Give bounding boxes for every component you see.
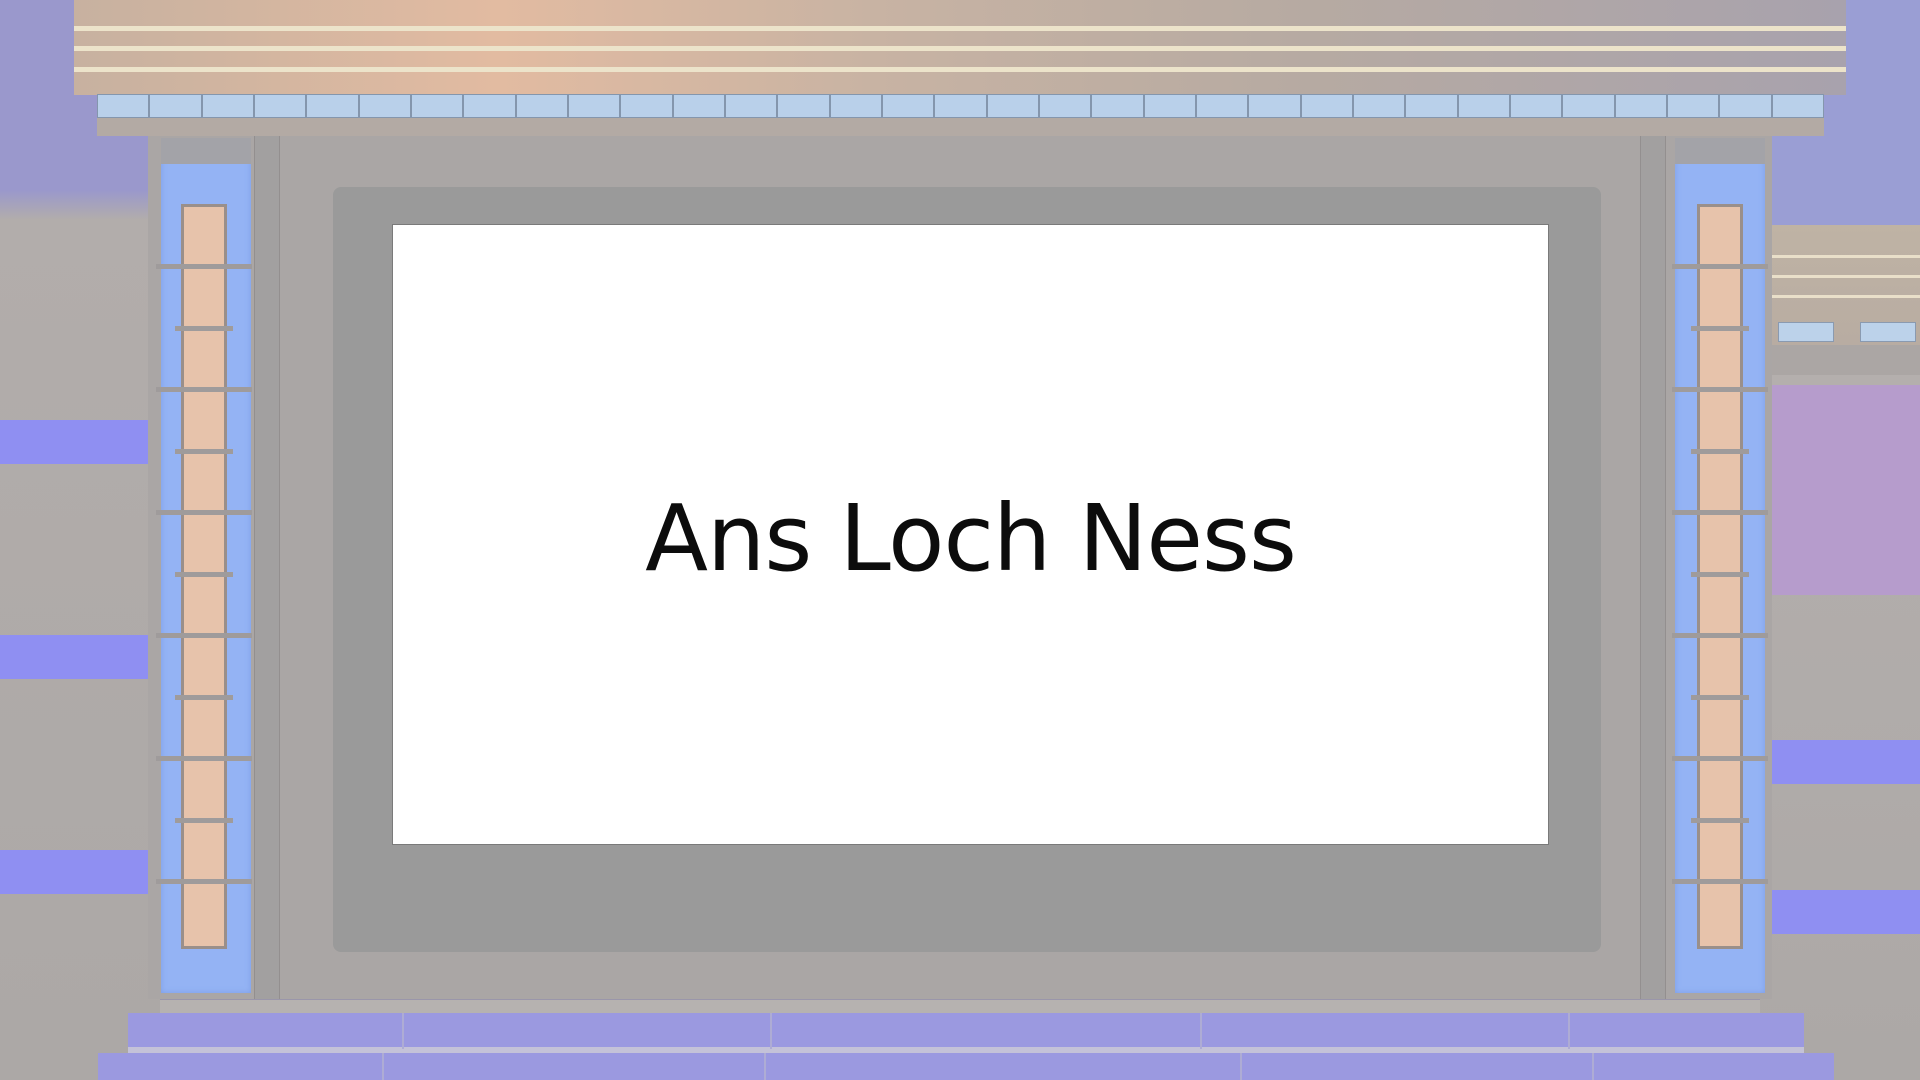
stage-seam: [770, 1013, 772, 1049]
pillar-rung: [175, 571, 233, 577]
pillar-light-panel: [181, 204, 227, 949]
wall-purple-panel: [1770, 385, 1920, 595]
wall-accent-stripe: [0, 635, 160, 679]
pillar-rung: [156, 510, 252, 515]
header-light-tile: [1038, 94, 1092, 118]
header-light-tile: [1719, 94, 1772, 118]
stage-seam: [1240, 1053, 1242, 1080]
header-light-tile: [1509, 94, 1563, 118]
side-header-line: [1770, 255, 1920, 258]
pillar-rung: [1691, 448, 1749, 454]
stage-seam: [382, 1053, 384, 1080]
header-light-tile: [777, 94, 830, 118]
header-light-tile: [881, 94, 935, 118]
pillar-rung: [1672, 879, 1768, 884]
header-light-tile: [934, 94, 987, 118]
pillar-rung: [1672, 264, 1768, 269]
header-line: [74, 26, 1846, 31]
header-light-tile: [829, 94, 882, 118]
side-header-line: [1770, 275, 1920, 278]
header-light-tile: [149, 94, 202, 118]
pillar-rung: [156, 633, 252, 638]
game-screen[interactable]: Ans Loch Ness: [392, 224, 1549, 845]
pillar-rung: [156, 264, 252, 269]
pillar-rung: [175, 448, 233, 454]
header-line: [74, 46, 1846, 51]
pillar-rung: [1672, 387, 1768, 392]
pillar-rung: [175, 817, 233, 823]
stage-step: [128, 1013, 1804, 1049]
side-header-tile: [1778, 322, 1834, 342]
stage-seam: [1568, 1013, 1570, 1049]
wall-accent-stripe: [0, 420, 160, 464]
header-light-tile: [1614, 94, 1667, 118]
header-light-tile: [1771, 94, 1824, 118]
pillar-rung: [175, 694, 233, 700]
header-light-tile: [672, 94, 725, 118]
stage-step: [98, 1053, 1834, 1080]
frame-column: [254, 134, 280, 999]
header-line: [74, 67, 1846, 72]
side-header-band: [1770, 345, 1920, 375]
side-header-line: [1770, 295, 1920, 298]
pillar-rung: [1691, 571, 1749, 577]
header-light-tile: [620, 94, 673, 118]
stage-seam: [402, 1013, 404, 1049]
pillar-rung: [1691, 694, 1749, 700]
pillar-light-panel: [1697, 204, 1743, 949]
header-light-tile: [410, 94, 464, 118]
pillar-rung: [175, 325, 233, 331]
header-light-tile: [1457, 94, 1510, 118]
pillar-rung: [1691, 817, 1749, 823]
header-light-tile: [253, 94, 307, 118]
pillar-rung: [156, 879, 252, 884]
header-light-tile: [97, 94, 150, 118]
side-header-tile: [1860, 322, 1916, 342]
header-light-tile: [986, 94, 1039, 118]
header-light-row: [97, 94, 1824, 118]
pillar-rung: [1691, 325, 1749, 331]
stage-seam: [1200, 1013, 1202, 1049]
pillar-rung: [1672, 756, 1768, 761]
pillar-rung: [1672, 510, 1768, 515]
header-light-tile: [1666, 94, 1720, 118]
header-light-tile: [515, 94, 568, 118]
frame-column: [1640, 134, 1666, 999]
studio-wall-left: [0, 0, 160, 1080]
header-light-tile: [1248, 94, 1301, 118]
pillar-rung: [156, 756, 252, 761]
stage-seam: [1592, 1053, 1594, 1080]
header-light-tile: [1562, 94, 1615, 118]
header-light-tile: [724, 94, 778, 118]
header-light-tile: [1405, 94, 1458, 118]
pillar-cap: [161, 138, 251, 164]
header-light-tile: [358, 94, 411, 118]
pillar-cap: [1675, 138, 1765, 164]
header-light-tile: [1143, 94, 1196, 118]
header-light-tile: [1352, 94, 1406, 118]
header-band: [97, 118, 1824, 136]
header-light-tile: [1300, 94, 1353, 118]
wall-accent-stripe: [1770, 740, 1920, 784]
header-light-tile: [201, 94, 254, 118]
wall-accent-stripe: [0, 850, 160, 894]
screen-clue-text: Ans Loch Ness: [645, 485, 1297, 592]
header-light-tile: [1195, 94, 1249, 118]
stage-seam: [764, 1053, 766, 1080]
pillar-rung: [156, 387, 252, 392]
wall-accent-stripe: [1770, 890, 1920, 934]
header-light-tile: [567, 94, 621, 118]
pillar-rung: [1672, 633, 1768, 638]
header-light-tile: [306, 94, 359, 118]
header-light-tile: [1091, 94, 1144, 118]
header-light-tile: [463, 94, 516, 118]
